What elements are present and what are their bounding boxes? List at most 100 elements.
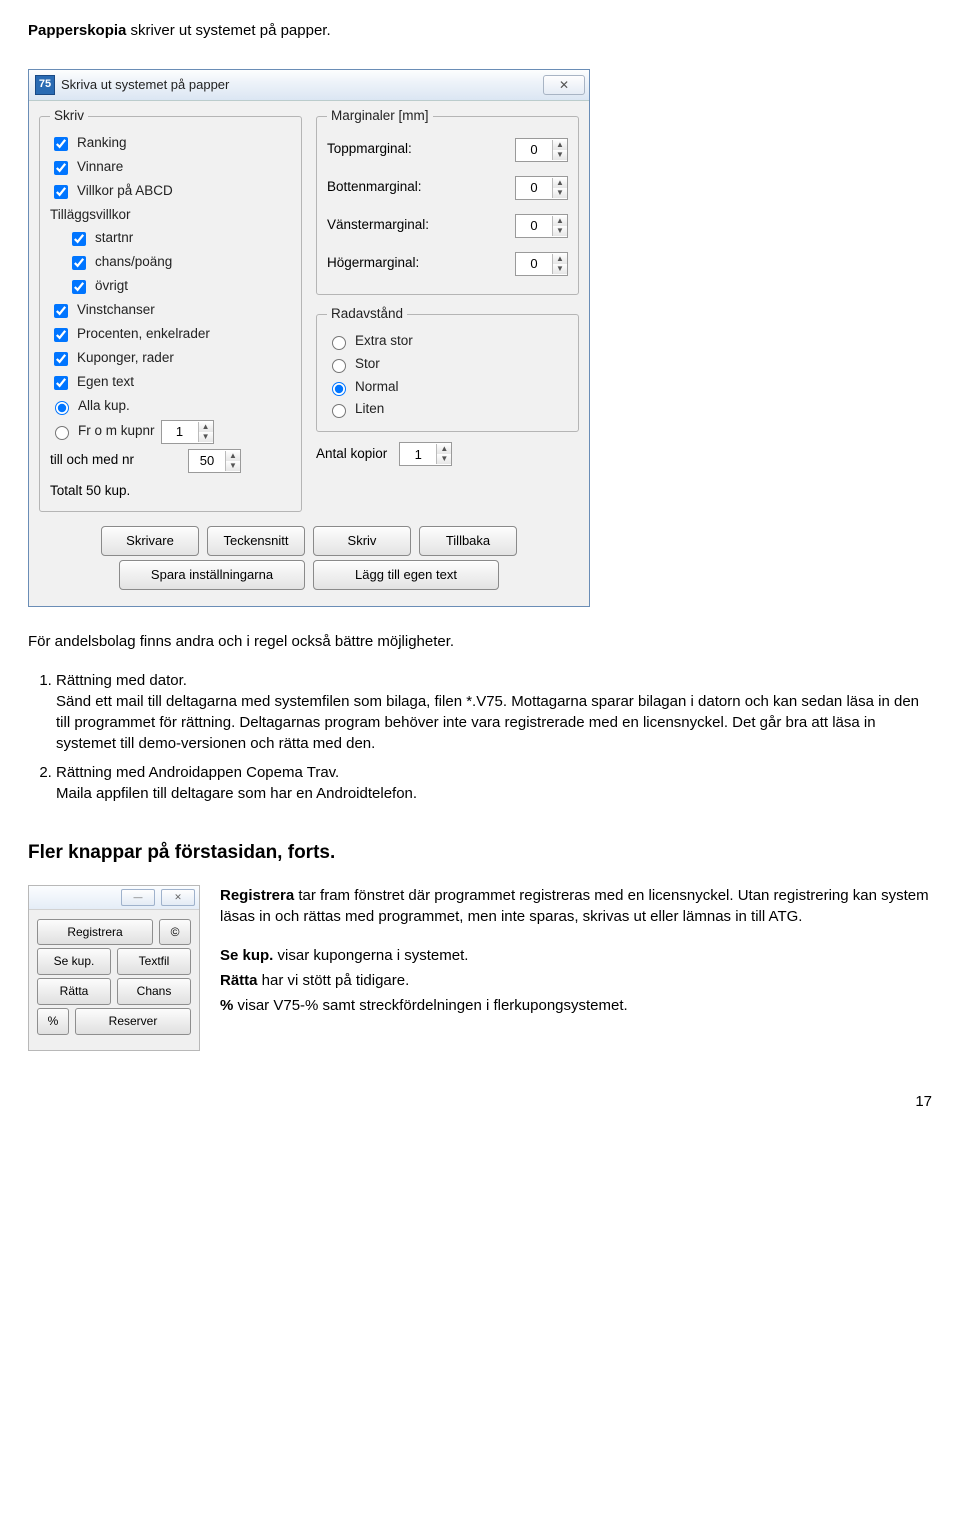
close-button[interactable]: ✕	[543, 75, 585, 95]
chevron-down-icon[interactable]: ▼	[553, 226, 567, 236]
sekup-button[interactable]: Se kup.	[37, 948, 111, 975]
chk-kuponger[interactable]: Kuponger, rader	[50, 347, 291, 371]
right-margin-label: Högermarginal:	[327, 254, 419, 273]
copyright-button[interactable]: ©	[159, 919, 191, 946]
margins-legend: Marginaler [mm]	[327, 107, 433, 126]
li2-body: Maila appfilen till deltagare som har en…	[56, 785, 417, 802]
chk-egentext-box[interactable]	[54, 376, 68, 390]
chevron-up-icon[interactable]: ▲	[553, 178, 567, 188]
ratta-button[interactable]: Rätta	[37, 978, 111, 1005]
chevron-up-icon[interactable]: ▲	[226, 451, 240, 461]
chk-ranking[interactable]: Ranking	[50, 132, 291, 156]
radio-alla-kup-input[interactable]	[55, 401, 69, 415]
chevron-up-icon[interactable]: ▲	[553, 140, 567, 150]
top-margin-spinner[interactable]: ▲▼	[515, 138, 568, 162]
chk-chans-box[interactable]	[72, 256, 86, 270]
margins-group: Marginaler [mm] Toppmarginal: ▲▼ Bottenm…	[316, 107, 579, 295]
chk-procenten-box[interactable]	[54, 328, 68, 342]
chevron-down-icon[interactable]: ▼	[199, 432, 213, 442]
chevron-down-icon[interactable]: ▼	[226, 461, 240, 471]
chk-egentext-label: Egen text	[77, 373, 134, 392]
radio-normal[interactable]: Normal	[327, 376, 568, 399]
chevron-up-icon[interactable]: ▲	[199, 422, 213, 432]
chk-villkor[interactable]: Villkor på ABCD	[50, 180, 291, 204]
skriv-group: Skriv Ranking Vinnare Villkor på ABCD Ti…	[39, 107, 302, 512]
radio-from-kup[interactable]: Fr o m kupnr ▲▼	[50, 418, 291, 446]
right-margin-spinner[interactable]: ▲▼	[515, 252, 568, 276]
lagg-till-button[interactable]: Lägg till egen text	[313, 560, 499, 590]
radio-from-kup-input[interactable]	[55, 426, 69, 440]
chk-ovrigt[interactable]: övrigt	[68, 275, 291, 299]
mini-titlebar: — ✕	[29, 886, 199, 910]
mini-screenshot: — ✕ Registrera © Se kup. Textfil Rätta C…	[28, 885, 200, 1051]
left-margin-value[interactable]	[516, 215, 552, 237]
top-margin-value[interactable]	[516, 139, 552, 161]
instructions-list: Rättning med dator. Sänd ett mail till d…	[28, 670, 932, 804]
chevron-down-icon[interactable]: ▼	[437, 454, 451, 464]
chk-villkor-box[interactable]	[54, 185, 68, 199]
list-item: Rättning med dator. Sänd ett mail till d…	[56, 670, 932, 754]
radio-normal-input[interactable]	[332, 382, 346, 396]
textfil-button[interactable]: Textfil	[117, 948, 191, 975]
spara-button[interactable]: Spara inställningarna	[119, 560, 305, 590]
bottom-margin-spinner[interactable]: ▲▼	[515, 176, 568, 200]
till-spinner[interactable]: ▲▼	[188, 449, 241, 473]
sekup-rest: visar kupongerna i systemet.	[273, 947, 468, 964]
skriv-button[interactable]: Skriv	[313, 526, 411, 556]
teckensnitt-button[interactable]: Teckensnitt	[207, 526, 305, 556]
chevron-up-icon[interactable]: ▲	[437, 444, 451, 454]
description-block: Registrera tar fram fönstret där program…	[220, 885, 932, 1034]
skriv-legend: Skriv	[50, 107, 88, 126]
from-kup-spinner[interactable]: ▲▼	[161, 420, 214, 444]
pct-bold: %	[220, 997, 233, 1014]
bottom-margin-value[interactable]	[516, 177, 552, 199]
radio-extra-stor-input[interactable]	[332, 336, 346, 350]
chk-ranking-box[interactable]	[54, 137, 68, 151]
right-margin-value[interactable]	[516, 253, 552, 275]
chk-procenten[interactable]: Procenten, enkelrader	[50, 323, 291, 347]
chk-chans[interactable]: chans/poäng	[68, 251, 291, 275]
reserver-button[interactable]: Reserver	[75, 1008, 191, 1035]
kopior-spinner[interactable]: ▲▼	[399, 442, 452, 466]
registrera-button[interactable]: Registrera	[37, 919, 153, 946]
kopior-label: Antal kopior	[316, 445, 387, 464]
chk-egentext[interactable]: Egen text	[50, 371, 291, 395]
chk-vinnare-box[interactable]	[54, 161, 68, 175]
tillbaka-button[interactable]: Tillbaka	[419, 526, 517, 556]
top-margin-label: Toppmarginal:	[327, 140, 412, 159]
chevron-down-icon[interactable]: ▼	[553, 188, 567, 198]
chans-button[interactable]: Chans	[117, 978, 191, 1005]
chevron-down-icon[interactable]: ▼	[553, 150, 567, 160]
chk-chans-label: chans/poäng	[95, 253, 172, 272]
skrivare-button[interactable]: Skrivare	[101, 526, 199, 556]
chk-vinstchanser-box[interactable]	[54, 304, 68, 318]
radio-stor[interactable]: Stor	[327, 353, 568, 376]
radio-alla-kup[interactable]: Alla kup.	[50, 395, 291, 418]
kopior-value[interactable]	[400, 443, 436, 465]
chk-vinstchanser[interactable]: Vinstchanser	[50, 299, 291, 323]
radio-stor-input[interactable]	[332, 359, 346, 373]
totalt-label: Totalt 50 kup.	[50, 476, 291, 501]
radio-liten-input[interactable]	[332, 404, 346, 418]
chk-kuponger-box[interactable]	[54, 352, 68, 366]
close-icon[interactable]: ✕	[161, 889, 195, 906]
chevron-up-icon[interactable]: ▲	[553, 216, 567, 226]
from-kup-value[interactable]	[162, 421, 198, 443]
minimize-icon[interactable]: —	[121, 889, 155, 906]
till-value[interactable]	[189, 450, 225, 472]
chevron-down-icon[interactable]: ▼	[553, 264, 567, 274]
li1-title: Rättning med dator.	[56, 672, 187, 689]
left-margin-spinner[interactable]: ▲▼	[515, 214, 568, 238]
radio-liten[interactable]: Liten	[327, 398, 568, 421]
reg-rest: tar fram fönstret där programmet registr…	[220, 887, 929, 925]
kopior-row: Antal kopior ▲▼	[316, 442, 579, 466]
chk-vinstchanser-label: Vinstchanser	[77, 301, 155, 320]
chk-startnr[interactable]: startnr	[68, 227, 291, 251]
chk-ovrigt-box[interactable]	[72, 280, 86, 294]
radio-extra-stor[interactable]: Extra stor	[327, 330, 568, 353]
percent-button[interactable]: %	[37, 1008, 69, 1035]
section-heading: Fler knappar på förstasidan, forts.	[28, 840, 932, 867]
chk-startnr-box[interactable]	[72, 232, 86, 246]
chk-vinnare[interactable]: Vinnare	[50, 156, 291, 180]
chevron-up-icon[interactable]: ▲	[553, 254, 567, 264]
